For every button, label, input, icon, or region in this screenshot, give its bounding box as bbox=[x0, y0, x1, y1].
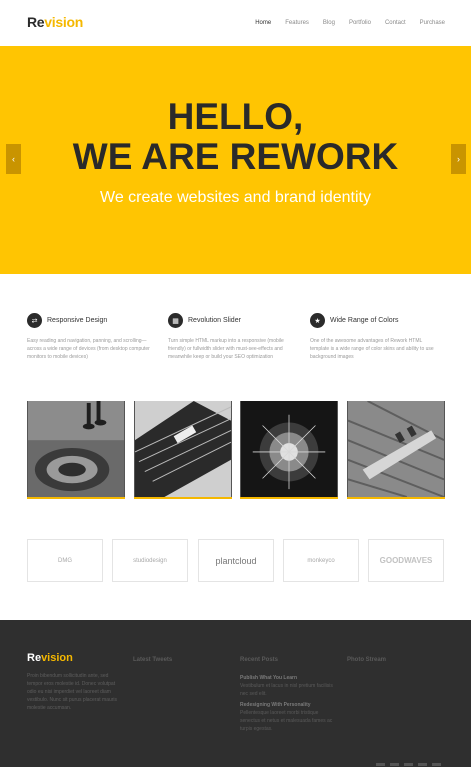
main-nav: Home Features Blog Portfolio Contact Pur… bbox=[255, 20, 445, 26]
recent-post-text: Pellentesque laoreet morbi tristique sen… bbox=[240, 710, 333, 732]
chevron-right-icon: › bbox=[457, 154, 460, 164]
footer-about-text: Proin bibendum sollicitudin ante, sed te… bbox=[27, 673, 118, 711]
feature-text: Turn simple HTML markup into a responsiv… bbox=[168, 338, 284, 360]
feature-text: Easy reading and navigation, panning, an… bbox=[27, 338, 150, 360]
client-logo-text: monkeyco bbox=[307, 557, 335, 564]
photo-stream-heading: Photo Stream bbox=[347, 657, 387, 663]
site-logo[interactable]: Revision bbox=[27, 14, 83, 30]
logo-text-re: Re bbox=[27, 652, 42, 664]
social-link[interactable] bbox=[418, 763, 427, 766]
nav-features[interactable]: Features bbox=[285, 20, 309, 26]
feature-title: Wide Range of Colors bbox=[330, 317, 399, 324]
client-logo-text: GOODWAVES bbox=[379, 556, 433, 565]
recent-post-title[interactable]: Redesigning With Personality bbox=[240, 702, 311, 708]
nav-blog[interactable]: Blog bbox=[323, 20, 335, 26]
client-logo-monkey[interactable]: monkeyco bbox=[283, 539, 359, 582]
footer-social-links bbox=[376, 763, 441, 766]
client-logo-text: studiodesign bbox=[133, 557, 167, 564]
star-icon: ★ bbox=[310, 313, 325, 328]
social-link[interactable] bbox=[404, 763, 413, 766]
hero-heading-line2: WE ARE REWORK bbox=[72, 136, 399, 177]
social-link[interactable] bbox=[432, 763, 441, 766]
chevron-left-icon: ‹ bbox=[12, 154, 15, 164]
hero-subtitle: We create websites and brand identity bbox=[100, 189, 371, 206]
feature-title: Responsive Design bbox=[47, 317, 108, 324]
ship-image bbox=[347, 401, 445, 497]
feature-title: Revolution Slider bbox=[188, 317, 241, 324]
recent-post-text: Vestibulum et lacus in nisl pretium faci… bbox=[240, 683, 333, 697]
portfolio-item-cobblestone[interactable] bbox=[27, 401, 125, 499]
hero-slider: HELLO, WE ARE REWORK We create websites … bbox=[0, 46, 471, 274]
portfolio-item-ship[interactable] bbox=[347, 401, 445, 499]
recent-post-title[interactable]: Publish What You Learn bbox=[240, 675, 297, 681]
logo-text-vision: vision bbox=[44, 14, 83, 30]
slider-next-button[interactable]: › bbox=[451, 144, 466, 174]
nav-portfolio[interactable]: Portfolio bbox=[349, 20, 371, 26]
cobblestone-image bbox=[28, 401, 124, 497]
logo-text-re: Re bbox=[27, 14, 45, 30]
page: Revision Home Features Blog Portfolio Co… bbox=[0, 0, 471, 767]
logo-text-vision: vision bbox=[41, 652, 73, 664]
client-logo-plantcloud[interactable]: plantcloud bbox=[198, 539, 274, 582]
site-header: Revision Home Features Blog Portfolio Co… bbox=[0, 0, 471, 46]
recent-posts-heading: Recent Posts bbox=[240, 657, 279, 663]
nav-home[interactable]: Home bbox=[255, 20, 271, 26]
slider-icon: ▦ bbox=[168, 313, 183, 328]
client-logo-text: DMG bbox=[58, 557, 72, 564]
client-logo-goodwaves[interactable]: GOODWAVES bbox=[368, 539, 444, 582]
social-link[interactable] bbox=[390, 763, 399, 766]
site-footer: Revision Proin bibendum sollicitudin ant… bbox=[0, 620, 471, 767]
portfolio-item-dandelion[interactable] bbox=[240, 401, 338, 499]
nav-contact[interactable]: Contact bbox=[385, 20, 406, 26]
latest-tweets-heading: Latest Tweets bbox=[133, 657, 173, 663]
nav-purchase[interactable]: Purchase bbox=[420, 20, 445, 26]
client-logo-text: plantcloud bbox=[215, 555, 257, 566]
dandelion-image bbox=[241, 401, 337, 497]
social-link[interactable] bbox=[376, 763, 385, 766]
footer-logo[interactable]: Revision bbox=[27, 652, 73, 664]
guitar-image bbox=[134, 401, 232, 497]
client-logo-dmg[interactable]: DMG bbox=[27, 539, 103, 582]
slider-prev-button[interactable]: ‹ bbox=[6, 144, 21, 174]
portfolio-item-guitar[interactable] bbox=[134, 401, 232, 499]
client-logo-studio[interactable]: studiodesign bbox=[112, 539, 188, 582]
responsive-icon: ⇄ bbox=[27, 313, 42, 328]
feature-text: One of the awesome advantages of Rework … bbox=[310, 338, 434, 360]
hero-heading-line1: HELLO, bbox=[167, 96, 304, 137]
